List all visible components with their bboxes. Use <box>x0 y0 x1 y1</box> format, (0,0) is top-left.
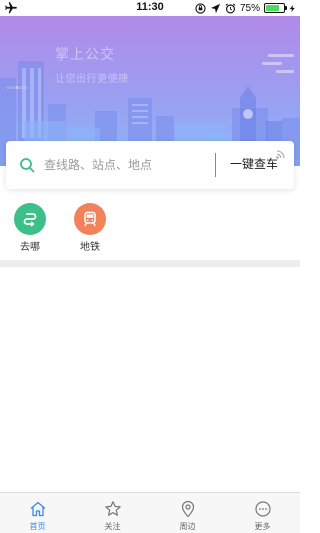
tab-follow-label: 关注 <box>104 522 121 531</box>
route-icon <box>23 213 37 227</box>
search-input[interactable] <box>44 153 204 177</box>
tab-nearby-label: 周边 <box>179 522 196 531</box>
shortcut-go-where[interactable]: 去哪 <box>10 203 50 253</box>
bottom-tab-bar: 首页 关注 周边 更多 <box>0 492 300 533</box>
tab-follow[interactable]: 关注 <box>75 493 150 533</box>
tab-more[interactable]: 更多 <box>225 493 300 533</box>
star-icon <box>104 501 121 516</box>
location-arrow-icon <box>210 3 221 13</box>
shortcut-metro[interactable]: 地铁 <box>70 203 110 253</box>
tab-nearby[interactable]: 周边 <box>150 493 225 533</box>
shortcut-metro-label: 地铁 <box>80 242 100 253</box>
tab-home-label: 首页 <box>29 522 46 531</box>
banner-title: 掌上公交 <box>55 47 115 63</box>
search-divider <box>215 153 216 177</box>
more-dots-icon <box>254 501 271 517</box>
metro-icon-badge <box>74 203 106 235</box>
alarm-icon <box>225 3 236 13</box>
search-card: 一键查车 <box>6 141 294 189</box>
banner-subtitle: 让您出行更便捷 <box>55 74 129 85</box>
shortcut-go-where-label: 去哪 <box>20 242 40 253</box>
battery-percent: 75% <box>239 2 260 14</box>
charging-bolt-icon <box>289 4 295 12</box>
signal-waves-icon <box>276 150 285 159</box>
location-pin-icon <box>181 500 194 518</box>
status-right-group: 75% <box>195 1 296 15</box>
orientation-lock-icon <box>195 2 206 14</box>
route-icon-badge <box>14 203 46 235</box>
battery-fill <box>266 5 279 11</box>
battery-icon <box>264 3 287 13</box>
home-icon <box>30 501 45 517</box>
status-bar: 11:30 75% <box>0 0 300 16</box>
section-divider <box>0 260 300 267</box>
tab-home[interactable]: 首页 <box>0 493 75 533</box>
search-icon <box>20 158 35 173</box>
metro-train-icon <box>84 211 96 227</box>
tab-more-label: 更多 <box>254 522 271 531</box>
